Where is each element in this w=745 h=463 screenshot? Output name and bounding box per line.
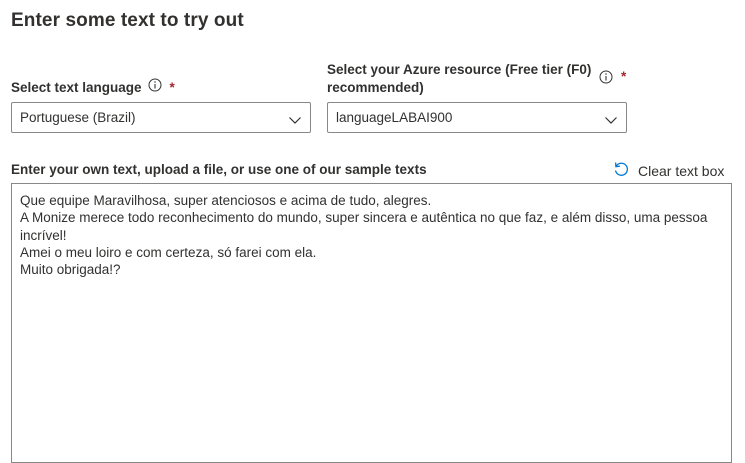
resource-dropdown[interactable]: languageLABAI900 — [327, 102, 627, 133]
clear-text-label: Clear text box — [638, 162, 725, 179]
chevron-down-icon — [288, 112, 302, 130]
language-dropdown-value: Portuguese (Brazil) — [20, 110, 136, 125]
resource-label: Select your Azure resource (Free tier (F… — [327, 62, 592, 95]
chevron-down-icon — [604, 112, 618, 130]
clear-text-button[interactable]: Clear text box — [612, 160, 724, 181]
required-marker: * — [169, 80, 175, 95]
language-label: Select text language — [11, 80, 142, 95]
text-input-label: Enter your own text, upload a file, or u… — [11, 162, 427, 177]
language-dropdown[interactable]: Portuguese (Brazil) — [11, 102, 311, 133]
language-label-group: Select text language * — [11, 78, 175, 97]
page-title: Enter some text to try out — [11, 10, 244, 31]
info-icon[interactable] — [599, 70, 613, 89]
resource-dropdown-value: languageLABAI900 — [336, 110, 453, 125]
required-marker: * — [621, 69, 627, 84]
refresh-icon — [612, 160, 630, 181]
info-icon[interactable] — [148, 78, 162, 97]
text-input-area[interactable]: Que equipe Maravilhosa, super atenciosos… — [11, 183, 732, 463]
